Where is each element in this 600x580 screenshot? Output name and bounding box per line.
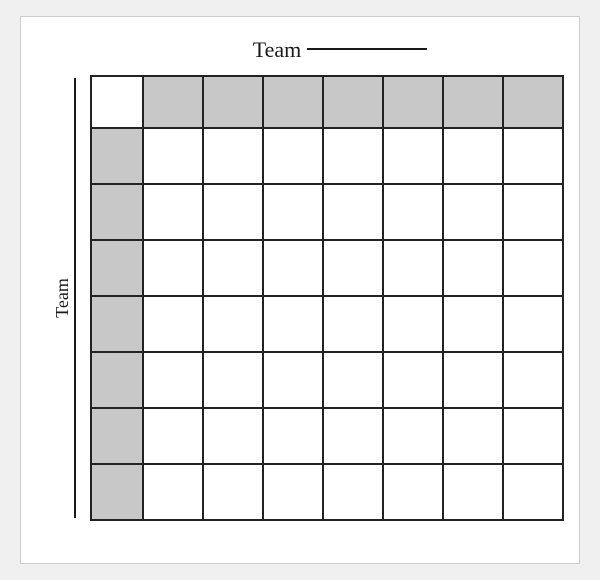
table-row[interactable] <box>264 129 324 185</box>
table-row[interactable] <box>204 409 264 465</box>
table-row[interactable] <box>504 297 564 353</box>
table-row[interactable] <box>204 465 264 521</box>
table-row[interactable] <box>92 409 144 465</box>
table-row[interactable] <box>384 465 444 521</box>
table-row[interactable] <box>144 465 204 521</box>
table-row[interactable] <box>444 353 504 409</box>
table-row[interactable] <box>504 185 564 241</box>
table-row[interactable] <box>324 77 384 129</box>
table-row[interactable] <box>264 297 324 353</box>
table-row[interactable] <box>144 129 204 185</box>
header-underline <box>307 48 427 50</box>
table-row[interactable] <box>144 185 204 241</box>
table-row[interactable] <box>504 241 564 297</box>
table-row[interactable] <box>92 77 144 129</box>
table-row[interactable] <box>204 185 264 241</box>
vertical-line <box>74 78 76 518</box>
table-row[interactable] <box>264 241 324 297</box>
table-row[interactable] <box>444 465 504 521</box>
table-row[interactable] <box>144 409 204 465</box>
table-row[interactable] <box>324 353 384 409</box>
table-row[interactable] <box>204 77 264 129</box>
table-row[interactable] <box>324 241 384 297</box>
table-row[interactable] <box>264 353 324 409</box>
table-row[interactable] <box>204 241 264 297</box>
table-row[interactable] <box>384 241 444 297</box>
table-row[interactable] <box>144 77 204 129</box>
table-row[interactable] <box>264 185 324 241</box>
table-row[interactable] <box>504 353 564 409</box>
table-row[interactable] <box>144 353 204 409</box>
table-row[interactable] <box>384 409 444 465</box>
table-row[interactable] <box>384 297 444 353</box>
header-title: Team <box>253 37 302 63</box>
table-row[interactable] <box>384 129 444 185</box>
table-row[interactable] <box>204 297 264 353</box>
page: Team Team <box>20 16 580 564</box>
table-row[interactable] <box>444 129 504 185</box>
table-row[interactable] <box>264 465 324 521</box>
table-row[interactable] <box>264 409 324 465</box>
table-row[interactable] <box>444 409 504 465</box>
table-row[interactable] <box>92 353 144 409</box>
table-row[interactable] <box>92 241 144 297</box>
table-row[interactable] <box>264 77 324 129</box>
table-row[interactable] <box>92 185 144 241</box>
table-row[interactable] <box>504 409 564 465</box>
table-row[interactable] <box>204 353 264 409</box>
table-row[interactable] <box>324 409 384 465</box>
table-row[interactable] <box>444 241 504 297</box>
vertical-label-area: Team <box>56 78 86 518</box>
table-row[interactable] <box>324 297 384 353</box>
grid-container <box>90 75 564 521</box>
table-row[interactable] <box>384 353 444 409</box>
table-row[interactable] <box>324 465 384 521</box>
table-row[interactable] <box>92 465 144 521</box>
table-row[interactable] <box>444 185 504 241</box>
header-area: Team <box>61 37 559 63</box>
table-row[interactable] <box>444 297 504 353</box>
table-row[interactable] <box>504 465 564 521</box>
table-row[interactable] <box>444 77 504 129</box>
table-row[interactable] <box>324 129 384 185</box>
table-row[interactable] <box>504 77 564 129</box>
table-row[interactable] <box>324 185 384 241</box>
table-row[interactable] <box>92 129 144 185</box>
table-row[interactable] <box>384 77 444 129</box>
grid-wrapper: Team <box>56 75 564 521</box>
table-row[interactable] <box>204 129 264 185</box>
vertical-label: Team <box>52 278 73 318</box>
table-row[interactable] <box>504 129 564 185</box>
table-row[interactable] <box>144 297 204 353</box>
table-row[interactable] <box>92 297 144 353</box>
table-row[interactable] <box>144 241 204 297</box>
table-row[interactable] <box>384 185 444 241</box>
